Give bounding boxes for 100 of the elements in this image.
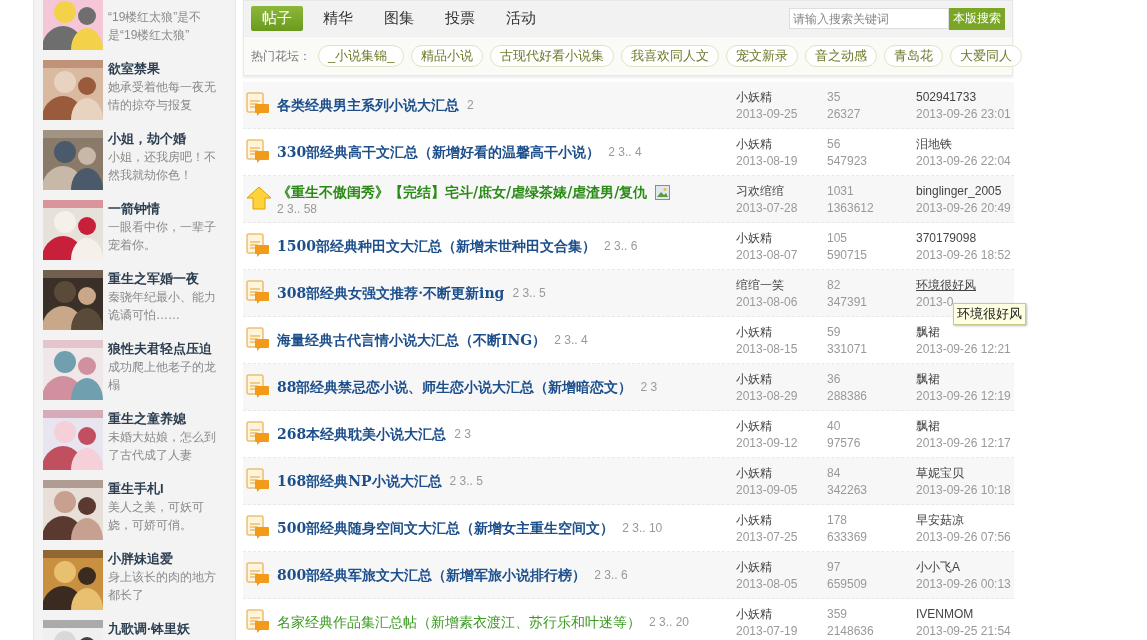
- post-date: 2013-07-19: [736, 623, 799, 640]
- thread-title[interactable]: 88部经典禁忌恋小说、师生恋小说大汇总（新增暗恋文）: [277, 377, 633, 397]
- last-reply-time: 2013-09-26 12:19: [916, 388, 1012, 405]
- post-date: 2013-08-05: [736, 576, 799, 593]
- tab[interactable]: 投票: [434, 6, 486, 31]
- novel-title[interactable]: 重生之童养媳: [108, 410, 220, 428]
- thread-title[interactable]: 308部经典女强文推荐·不断更新ing: [277, 283, 505, 303]
- reply-count: 105: [827, 230, 849, 247]
- thread-title[interactable]: 500部经典随身空间文大汇总（新增女主重生空间文）: [277, 518, 615, 538]
- novel-title[interactable]: 一箭钟情: [108, 200, 220, 218]
- last-reply-time: 2013-09-26 23:01: [916, 106, 1012, 123]
- author-name[interactable]: 小妖精: [736, 89, 827, 106]
- view-count: 659509: [827, 576, 869, 593]
- forum-tag[interactable]: 精品小说: [411, 45, 484, 67]
- hot-post-icon: [246, 467, 270, 492]
- post-date: 2013-07-28: [736, 200, 799, 217]
- novel-title[interactable]: 狼性夫君轻点压迫: [108, 340, 220, 358]
- hot-post-icon: [246, 514, 270, 539]
- last-poster[interactable]: 环境很好风: [916, 277, 1016, 294]
- last-poster[interactable]: 小小飞A: [916, 559, 1016, 576]
- last-poster[interactable]: 飘裙: [916, 324, 1016, 341]
- post-date: 2013-09-12: [736, 435, 799, 452]
- post-date: 2013-09-05: [736, 482, 799, 499]
- view-count: 97576: [827, 435, 862, 452]
- author-name[interactable]: 小妖精: [736, 371, 827, 388]
- post-date: 2013-07-25: [736, 529, 799, 546]
- reply-count: 84: [827, 465, 842, 482]
- forum-tag[interactable]: 青岛花: [884, 45, 944, 67]
- view-count: 1363612: [827, 200, 875, 217]
- novel-title[interactable]: 小姐，劫个婚: [108, 130, 220, 148]
- last-poster[interactable]: 飘裙: [916, 371, 1016, 388]
- forum-tag[interactable]: 古现代好看小说集: [490, 45, 615, 67]
- hot-post-icon: [246, 138, 270, 163]
- thread-title[interactable]: 《重生不傲闺秀》【完结】宅斗/庶女/虐绿茶婊/虐渣男/复仇: [277, 182, 648, 202]
- novel-title[interactable]: 九歌调·钵里妖: [108, 620, 220, 638]
- novel-title[interactable]: 重生手札I: [108, 480, 220, 498]
- novel-title[interactable]: 欲室禁果: [108, 60, 220, 78]
- novel-description: 一眼看中你，一辈子宠着你。: [108, 219, 217, 254]
- tooltip: 环境很好风: [953, 303, 1026, 325]
- reply-count: 97: [827, 559, 842, 576]
- author-name[interactable]: 小妖精: [736, 512, 827, 529]
- novel-description: 身上该长的肉的地方都长了: [108, 569, 217, 604]
- last-reply-time: 2013-09-26 20:49: [916, 200, 1012, 217]
- pinned-arrow-icon: [246, 185, 272, 210]
- forum-tag[interactable]: 我喜欢同人文: [621, 45, 720, 67]
- last-poster[interactable]: 370179098: [916, 230, 1016, 247]
- novel-description: 成功爬上他老子的龙榻: [108, 359, 217, 394]
- novel-description: 秦骁年纪最小、能力诡谲可怕……: [108, 289, 217, 324]
- hot-post-icon: [246, 561, 270, 586]
- last-poster[interactable]: 飘裙: [916, 418, 1016, 435]
- forum-tag[interactable]: _小说集锦_: [318, 45, 405, 67]
- view-count: 2148636: [827, 623, 875, 640]
- author-name[interactable]: 小妖精: [736, 230, 827, 247]
- reply-count: 56: [827, 136, 842, 153]
- thread-title[interactable]: 海量经典古代言情小说大汇总（不断ING）: [277, 330, 547, 350]
- last-poster[interactable]: 泪地铁: [916, 136, 1016, 153]
- author-name[interactable]: 小妖精: [736, 324, 827, 341]
- forum-tag[interactable]: 大爱同人: [950, 45, 1023, 67]
- reply-count: 82: [827, 277, 842, 294]
- reply-count: 36: [827, 371, 842, 388]
- thread-title[interactable]: 800部经典军旅文大汇总（新增军旅小说排行榜）: [277, 565, 587, 585]
- reply-count: 35: [827, 89, 842, 106]
- tab[interactable]: 图集: [373, 6, 425, 31]
- thread-title[interactable]: 168部经典NP小说大汇总: [277, 471, 442, 491]
- reply-count: 1031: [827, 183, 855, 200]
- thread-title[interactable]: 1500部经典种田文大汇总（新增末世种田文合集）: [277, 236, 596, 256]
- last-reply-time: 2013-09-26 00:13: [916, 576, 1012, 593]
- author-name[interactable]: 小妖精: [736, 559, 827, 576]
- tab[interactable]: 活动: [495, 6, 547, 31]
- reply-count: 59: [827, 324, 842, 341]
- novel-title[interactable]: 小胖妹追爱: [108, 550, 220, 568]
- last-poster[interactable]: 草妮宝贝: [916, 465, 1016, 482]
- last-poster[interactable]: binglinger_2005: [916, 183, 1016, 200]
- author-name[interactable]: 习欢绾绾: [736, 183, 827, 200]
- view-count: 347391: [827, 294, 869, 311]
- hot-post-icon: [246, 232, 270, 257]
- forum-tag[interactable]: 音之动感: [805, 45, 878, 67]
- author-name[interactable]: 小妖精: [736, 606, 827, 623]
- tab[interactable]: 精华: [312, 6, 364, 31]
- last-poster[interactable]: IVENMOM: [916, 606, 1016, 623]
- thread-title[interactable]: 268本经典耽美小说大汇总: [277, 424, 447, 444]
- thread-title[interactable]: 名家经典作品集汇总帖（新增素衣渡江、苏行乐和叶迷等）: [277, 612, 641, 632]
- last-poster[interactable]: 早安菇凉: [916, 512, 1016, 529]
- thread-title[interactable]: 330部经典高干文汇总（新增好看的温馨高干小说）: [277, 142, 601, 162]
- author-name[interactable]: 小妖精: [736, 418, 827, 435]
- reply-count: 178: [827, 512, 849, 529]
- post-date: 2013-08-06: [736, 294, 799, 311]
- novel-title[interactable]: 重生之军婚一夜: [108, 270, 220, 288]
- view-count: 633369: [827, 529, 869, 546]
- search-field[interactable]: 请输入搜索关键词: [789, 8, 949, 29]
- forum-tag[interactable]: 宠文新录: [726, 45, 799, 67]
- last-poster[interactable]: 502941733: [916, 89, 1016, 106]
- thread-title[interactable]: 各类经典男主系列小说大汇总: [277, 95, 459, 115]
- author-name[interactable]: 小妖精: [736, 465, 827, 482]
- last-reply-time: 2013-09-26 10:18: [916, 482, 1012, 499]
- view-count: 331071: [827, 341, 869, 358]
- novel-description: 小姐，还我房吧！不然我就劫你色！: [108, 149, 217, 184]
- author-name[interactable]: 绾绾一笑: [736, 277, 827, 294]
- author-name[interactable]: 小妖精: [736, 136, 827, 153]
- last-reply-time: 2013-0: [916, 294, 955, 311]
